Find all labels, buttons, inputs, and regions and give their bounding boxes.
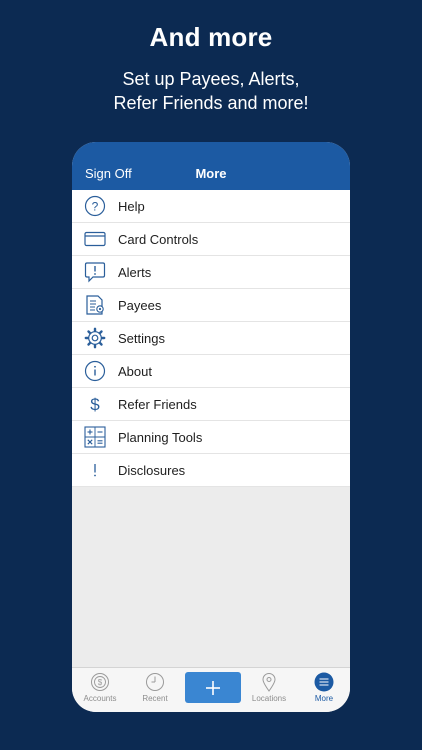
menu-item-label: Card Controls: [118, 231, 199, 247]
plus-icon: [206, 680, 220, 695]
info-icon: [72, 355, 118, 388]
calculator-icon: [72, 421, 118, 454]
tab-bar: $ Accounts Recent Locations More: [72, 667, 350, 712]
menu-icon: [304, 671, 344, 693]
payees-icon: [72, 289, 118, 322]
add-button[interactable]: [185, 672, 241, 703]
hero-subtitle: Set up Payees, Alerts, Refer Friends and…: [0, 67, 422, 115]
tab-recent[interactable]: Recent: [135, 671, 175, 709]
page-title: More: [195, 166, 227, 181]
menu-item-payees[interactable]: Payees: [72, 289, 350, 322]
tab-label: More: [314, 694, 334, 703]
menu-item-help[interactable]: ? Help: [72, 190, 350, 223]
menu-item-label: About: [118, 363, 152, 379]
menu-item-disclosures[interactable]: Disclosures: [72, 454, 350, 487]
hero-subtitle-line-1: Set up Payees, Alerts,: [122, 69, 300, 89]
menu-item-label: Refer Friends: [118, 396, 197, 412]
gear-icon: [72, 322, 118, 355]
menu-item-label: Settings: [118, 330, 165, 346]
help-icon: ?: [72, 190, 118, 223]
location-pin-icon: [247, 671, 291, 693]
menu-item-label: Help: [118, 198, 145, 214]
tab-label: Recent: [142, 694, 168, 703]
app-header: Sign Off More: [72, 142, 350, 190]
menu-item-label: Payees: [118, 297, 162, 313]
menu-item-label: Disclosures: [118, 462, 186, 478]
dollar-icon: $: [72, 388, 118, 421]
accounts-icon: $: [78, 671, 122, 693]
card-icon: [72, 223, 118, 256]
menu-item-refer-friends[interactable]: $ Refer Friends: [72, 388, 350, 421]
menu-item-label: Alerts: [118, 264, 152, 280]
svg-text:?: ?: [92, 200, 99, 214]
menu-item-alerts[interactable]: Alerts: [72, 256, 350, 289]
svg-text:$: $: [98, 678, 103, 687]
svg-text:$: $: [90, 395, 100, 414]
tab-accounts[interactable]: $ Accounts: [78, 671, 122, 709]
hero-title: And more: [149, 22, 273, 52]
phone-screen: Sign Off More ? Help Card Controls Alert…: [72, 142, 350, 712]
menu-item-planning-tools[interactable]: Planning Tools: [72, 421, 350, 454]
tab-label: Locations: [251, 694, 287, 703]
tab-locations[interactable]: Locations: [247, 671, 291, 709]
menu-item-card-controls[interactable]: Card Controls: [72, 223, 350, 256]
tab-more[interactable]: More: [304, 671, 344, 709]
alert-icon: [72, 256, 118, 289]
menu-item-label: Planning Tools: [118, 429, 203, 445]
hero-subtitle-line-2: Refer Friends and more!: [113, 93, 309, 113]
clock-icon: [135, 671, 175, 693]
tab-label: Accounts: [83, 694, 117, 703]
menu-item-about[interactable]: About: [72, 355, 350, 388]
menu-item-settings[interactable]: Settings: [72, 322, 350, 355]
more-menu: ? Help Card Controls Alerts Payees Setti…: [72, 190, 350, 487]
exclamation-icon: [72, 454, 118, 487]
